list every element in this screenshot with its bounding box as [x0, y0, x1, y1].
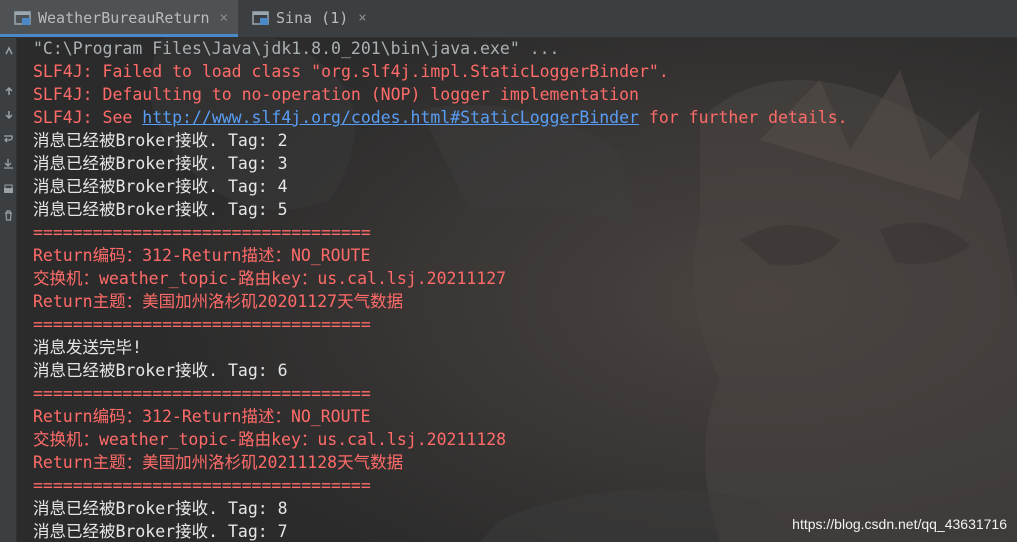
console-line: Return编码：312-Return描述：NO_ROUTE — [33, 244, 1017, 267]
console-icon — [252, 10, 270, 26]
console-line-text: SLF4J: Defaulting to no-operation (NOP) … — [33, 85, 639, 104]
console-line-text: 消息已经被Broker接收. Tag: 8 — [33, 499, 288, 518]
console-line: 交换机：weather_topic-路由key：us.cal.lsj.20211… — [33, 428, 1017, 451]
console-line-text: 交换机：weather_topic-路由key：us.cal.lsj.20211… — [33, 269, 507, 288]
console-line: SLF4J: See http://www.slf4j.org/codes.ht… — [33, 106, 1017, 129]
console-output[interactable]: "C:\Program Files\Java\jdk1.8.0_201\bin\… — [33, 37, 1017, 542]
console-line-text: Return编码：312-Return描述：NO_ROUTE — [33, 246, 371, 265]
close-icon[interactable]: × — [358, 10, 366, 26]
console-hyperlink[interactable]: http://www.slf4j.org/codes.html#StaticLo… — [142, 108, 639, 127]
console-line-text: "C:\Program Files\Java\jdk1.8.0_201\bin\… — [33, 39, 560, 58]
console-line-text: 交换机：weather_topic-路由key：us.cal.lsj.20211… — [33, 430, 507, 449]
console-line-text: 消息已经被Broker接收. Tag: 4 — [33, 177, 288, 196]
soft-wrap-icon[interactable] — [1, 130, 16, 148]
console-line-suffix: for further details. — [638, 108, 848, 127]
console-line-text: 消息已经被Broker接收. Tag: 6 — [33, 361, 288, 380]
console-line: ================================== — [33, 474, 1017, 497]
console-line-text: Return主题：美国加州洛杉矶20211128天气数据 — [33, 453, 404, 472]
console-line: 消息已经被Broker接收. Tag: 4 — [33, 175, 1017, 198]
restore-layout-icon[interactable] — [1, 42, 16, 60]
console-line-text: ================================== — [33, 223, 371, 242]
console-line: "C:\Program Files\Java\jdk1.8.0_201\bin\… — [33, 37, 1017, 60]
scroll-to-end-icon[interactable] — [1, 154, 16, 172]
tab-label: WeatherBureauReturn — [38, 9, 210, 27]
run-tab-bar: WeatherBureauReturn × Sina (1) × — [0, 0, 1017, 38]
close-icon[interactable]: × — [220, 10, 228, 26]
console-toolbar — [0, 38, 17, 542]
print-icon[interactable] — [1, 180, 16, 198]
up-arrow-icon[interactable] — [1, 82, 16, 100]
console-line-text: Return编码：312-Return描述：NO_ROUTE — [33, 407, 371, 426]
console-line-text: ================================== — [33, 476, 371, 495]
console-line: ================================== — [33, 221, 1017, 244]
console-line: Return主题：美国加州洛杉矶20211128天气数据 — [33, 451, 1017, 474]
tab-weather-bureau-return[interactable]: WeatherBureauReturn × — [0, 0, 239, 37]
console-line-text: SLF4J: See — [33, 108, 143, 127]
tab-sina[interactable]: Sina (1) × — [238, 0, 377, 37]
console-line: Return编码：312-Return描述：NO_ROUTE — [33, 405, 1017, 428]
console-line: ================================== — [33, 382, 1017, 405]
console-line: ================================== — [33, 313, 1017, 336]
down-arrow-icon[interactable] — [1, 106, 16, 124]
delete-icon[interactable] — [1, 206, 16, 224]
watermark: https://blog.csdn.net/qq_43631716 — [792, 516, 1007, 532]
console-line: 交换机：weather_topic-路由key：us.cal.lsj.20211… — [33, 267, 1017, 290]
console-icon — [14, 10, 32, 26]
console-line-text: 消息已经被Broker接收. Tag: 7 — [33, 522, 288, 541]
console-line: SLF4J: Failed to load class "org.slf4j.i… — [33, 60, 1017, 83]
console-line: SLF4J: Defaulting to no-operation (NOP) … — [33, 83, 1017, 106]
console-line-text: 消息已经被Broker接收. Tag: 3 — [33, 154, 288, 173]
console-line-text: ================================== — [33, 315, 371, 334]
console-line-text: 消息已经被Broker接收. Tag: 5 — [33, 200, 288, 219]
console-line: Return主题：美国加州洛杉矶20201127天气数据 — [33, 290, 1017, 313]
console-line-text: SLF4J: Failed to load class "org.slf4j.i… — [33, 62, 669, 81]
console-line: 消息发送完毕! — [33, 336, 1017, 359]
tab-label: Sina (1) — [276, 9, 349, 27]
console-line-text: ================================== — [33, 384, 371, 403]
console-line-text: 消息发送完毕! — [33, 338, 142, 357]
console-line-text: Return主题：美国加州洛杉矶20201127天气数据 — [33, 292, 404, 311]
console-line: 消息已经被Broker接收. Tag: 6 — [33, 359, 1017, 382]
console-line: 消息已经被Broker接收. Tag: 3 — [33, 152, 1017, 175]
console-line-text: 消息已经被Broker接收. Tag: 2 — [33, 131, 288, 150]
console-line: 消息已经被Broker接收. Tag: 5 — [33, 198, 1017, 221]
ide-run-console-window: WeatherBureauReturn × Sina (1) × "C:\Pro… — [0, 0, 1017, 542]
console-line: 消息已经被Broker接收. Tag: 2 — [33, 129, 1017, 152]
